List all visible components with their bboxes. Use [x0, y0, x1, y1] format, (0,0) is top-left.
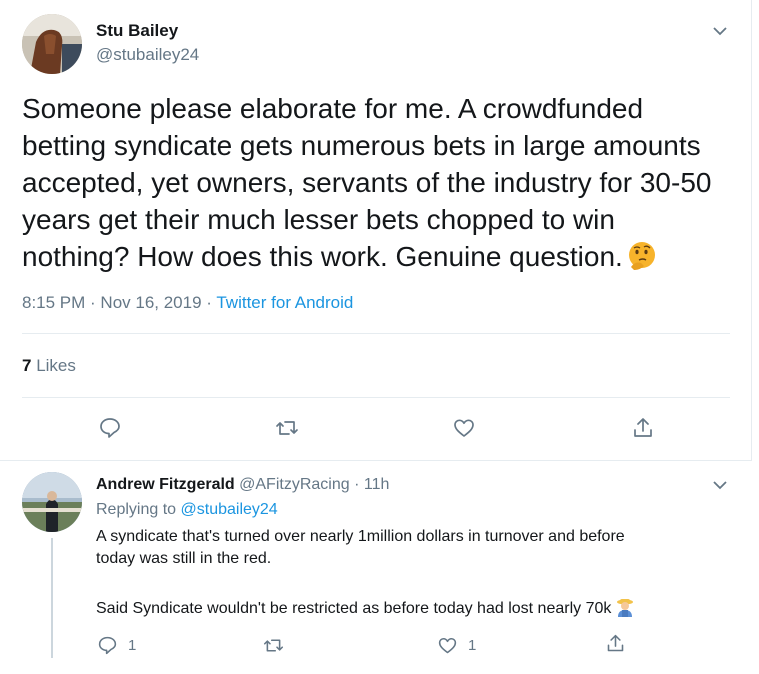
main-tweet: Stu Bailey @stubailey24 Someone please e…	[0, 0, 752, 460]
tweet-text-line: accepted, yet owners, servants of the in…	[22, 167, 712, 198]
thinking-face-emoji	[628, 242, 655, 270]
reply-retweet-button[interactable]	[263, 635, 284, 656]
reply-like-button[interactable]: 1	[437, 635, 476, 656]
reply-header: Andrew Fitzgerald @AFitzyRacing · 11h	[96, 476, 389, 494]
reply-icon	[98, 636, 117, 655]
thread-line	[51, 538, 53, 658]
reply-text: Said Syndicate wouldn't be restricted as…	[96, 597, 736, 620]
reply-share-button[interactable]	[605, 633, 626, 654]
tweet-text: Someone please elaborate for me. A crowd…	[22, 90, 722, 275]
divider	[22, 397, 730, 398]
retweet-button[interactable]	[275, 416, 299, 440]
reply-text-line: A syndicate that's turned over nearly 1m…	[96, 528, 625, 545]
timestamp[interactable]: 8:15 PM · Nov 16, 2019 ·	[22, 293, 216, 312]
retweet-icon	[276, 421, 298, 435]
share-button[interactable]	[631, 416, 655, 440]
tweet-text-line: Someone please elaborate for me. A crowd…	[22, 93, 644, 124]
like-count: 1	[468, 637, 477, 654]
reply-time[interactable]: · 11h	[350, 476, 389, 493]
reply-count: 1	[128, 637, 137, 654]
share-icon	[634, 418, 652, 437]
reply-text-line: today was still in the red.	[96, 550, 272, 567]
divider	[22, 333, 730, 334]
man-farmer-emoji	[617, 599, 634, 617]
reply-author-handle[interactable]: @AFitzyRacing	[239, 476, 350, 493]
reply-text-line: Said Syndicate wouldn't be restricted as…	[96, 600, 612, 617]
replying-handle-link[interactable]: @stubailey24	[181, 501, 278, 518]
like-button[interactable]	[452, 416, 476, 440]
reply-button[interactable]	[98, 416, 122, 440]
tweet-text-line: betting syndicate gets numerous bets in …	[22, 130, 701, 161]
like-icon	[438, 637, 457, 654]
chevron-down-icon[interactable]	[711, 476, 729, 494]
likes-label: Likes	[31, 356, 76, 375]
tweet-text-line: nothing? How does this work. Genuine que…	[22, 238, 722, 275]
reply-author-name[interactable]: Andrew Fitzgerald	[96, 476, 235, 493]
author-handle[interactable]: @stubailey24	[96, 45, 199, 65]
retweet-icon	[263, 639, 284, 652]
reply-author-avatar[interactable]	[22, 472, 82, 532]
page-edge	[752, 0, 759, 674]
author-name[interactable]: Stu Bailey	[96, 21, 178, 41]
like-icon	[454, 419, 474, 437]
tweet-text-line: years get their much lesser bets chopped…	[22, 204, 615, 235]
author-avatar[interactable]	[22, 14, 82, 74]
replying-prefix: Replying to	[96, 501, 181, 518]
divider	[0, 460, 752, 461]
reply-reply-button[interactable]: 1	[97, 635, 136, 656]
tweet-text-segment: nothing? How does this work. Genuine que…	[22, 241, 623, 272]
source-link[interactable]: Twitter for Android	[216, 293, 353, 312]
reply-text: A syndicate that's turned over nearly 1m…	[96, 526, 736, 570]
tweet-meta: 8:15 PM · Nov 16, 2019 · Twitter for And…	[22, 293, 353, 313]
reply-icon	[100, 418, 120, 438]
share-icon	[607, 634, 624, 652]
likes-count[interactable]: 7 Likes	[22, 356, 76, 376]
chevron-down-icon[interactable]	[711, 22, 729, 40]
replying-to: Replying to @stubailey24	[96, 501, 278, 519]
